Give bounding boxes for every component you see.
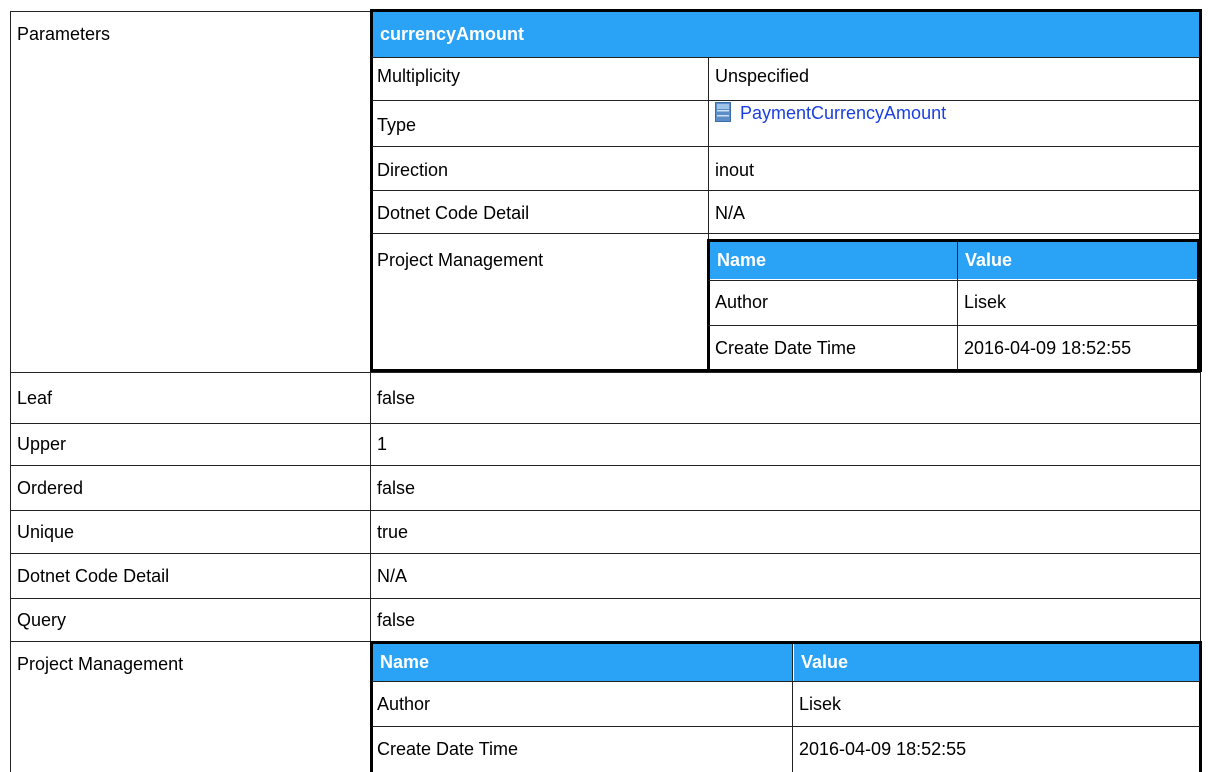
param-value-multiplicity: Unspecified <box>715 65 810 86</box>
param-label-multiplicity: Multiplicity <box>377 65 461 86</box>
param-label-direction: Direction <box>377 159 449 180</box>
row-value-upper: 1 <box>377 433 388 454</box>
project-management-label: Project Management <box>17 654 184 674</box>
pm-date-value: 2016-04-09 18:52:55 <box>799 738 967 759</box>
pm-author-value: Lisek <box>799 693 842 714</box>
param-value-dotnet-code-detail: N/A <box>715 202 746 223</box>
row-label-upper: Upper <box>17 433 67 454</box>
param-pm-author-name: Author <box>715 291 769 312</box>
param-pm-header-value: Value <box>958 242 1199 279</box>
pm-date-name: Create Date Time <box>377 738 519 759</box>
param-pm-date-value: 2016-04-09 18:52:55 <box>964 337 1132 358</box>
row-label-ordered: Ordered <box>17 477 84 498</box>
row-value-ordered: false <box>377 477 416 498</box>
param-pm-date-name: Create Date Time <box>715 337 857 358</box>
param-pm-author-value: Lisek <box>964 291 1007 312</box>
param-label-project-management: Project Management <box>377 250 544 270</box>
row-label-query: Query <box>17 609 67 630</box>
row-label-leaf: Leaf <box>17 387 53 408</box>
pm-header-name: Name <box>373 644 792 681</box>
parameters-label: Parameters <box>17 24 111 44</box>
param-value-type[interactable]: PaymentCurrencyAmount <box>708 102 1198 133</box>
row-value-dotnet-code-detail: N/A <box>377 565 408 586</box>
row-label-dotnet-code-detail: Dotnet Code Detail <box>17 565 170 586</box>
parameter-name-header: currencyAmount <box>373 12 1200 57</box>
type-link[interactable]: PaymentCurrencyAmount <box>740 103 946 123</box>
row-label-unique: Unique <box>17 521 75 542</box>
param-value-direction: inout <box>715 159 755 180</box>
param-pm-header-name: Name <box>710 242 957 279</box>
param-label-dotnet-code-detail: Dotnet Code Detail <box>377 202 530 223</box>
row-value-unique: true <box>377 521 409 542</box>
pm-author-name: Author <box>377 693 431 714</box>
class-icon <box>715 102 731 123</box>
pm-header-value: Value <box>794 644 1200 681</box>
param-label-type: Type <box>377 114 417 135</box>
row-value-query: false <box>377 609 416 630</box>
row-value-leaf: false <box>377 387 416 408</box>
